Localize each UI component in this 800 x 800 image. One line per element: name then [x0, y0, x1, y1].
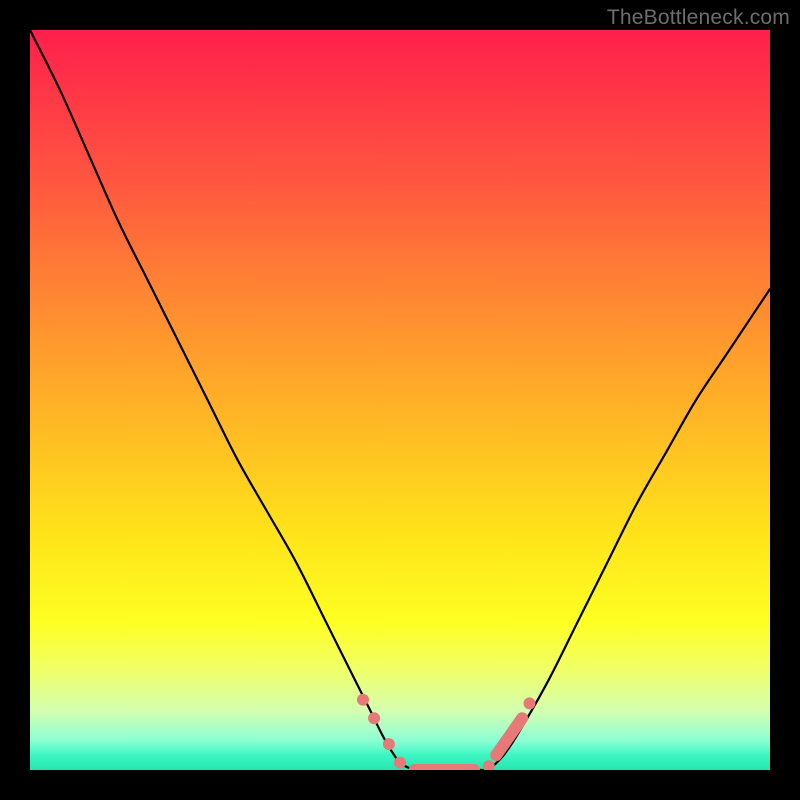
marker-segment — [496, 718, 522, 755]
chart-frame: TheBottleneck.com — [0, 0, 800, 800]
left-curve — [30, 30, 415, 770]
watermark-text: TheBottleneck.com — [607, 6, 790, 30]
marker-dot — [383, 738, 395, 750]
marker-dot — [394, 757, 406, 769]
curve-layer — [30, 30, 770, 770]
marker-dot — [483, 760, 495, 770]
marker-group — [357, 694, 536, 770]
marker-dot — [357, 694, 369, 706]
plot-area — [30, 30, 770, 770]
marker-dot — [524, 697, 536, 709]
marker-dot — [368, 712, 380, 724]
